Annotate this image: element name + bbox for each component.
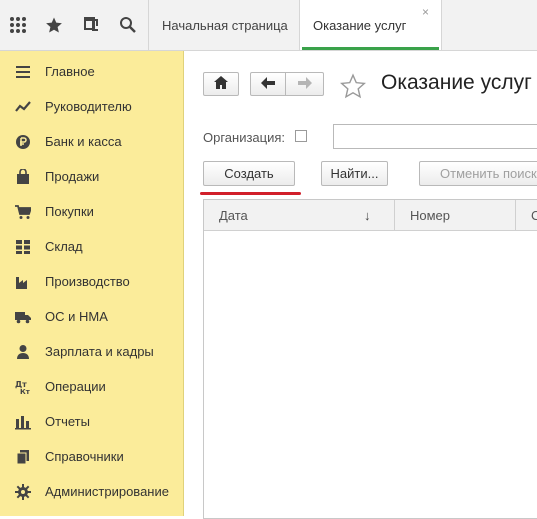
sidebar-item-main[interactable]: Главное [0,54,183,89]
back-button[interactable] [250,72,286,96]
sidebar-item-catalogs[interactable]: Справочники [0,439,183,474]
menu-lines-icon [15,64,31,80]
star-outline-icon[interactable] [339,73,367,102]
column-number[interactable]: Номер [395,200,515,230]
svg-text:Кт: Кт [20,388,31,395]
factory-icon [15,274,31,290]
tab-home[interactable]: Начальная страница [148,0,299,50]
highlight-underline [200,192,301,195]
shopping-cart-icon [15,204,31,220]
sidebar-item-label: Склад [45,239,83,254]
sidebar: Главное Руководителю Банк и касса Продаж… [0,51,184,516]
sidebar-item-label: Руководителю [45,99,132,114]
tab-label: Начальная страница [162,17,288,33]
sidebar-item-label: Зарплата и кадры [45,344,154,359]
home-icon [214,76,228,92]
shopping-bag-icon [15,168,31,185]
sidebar-item-label: Продажи [45,169,100,184]
cancel-search-button[interactable]: Отменить поиск [419,161,537,186]
history-icon[interactable] [74,0,110,50]
sort-arrow-icon: ↓ [364,207,371,223]
arrow-left-icon [261,76,275,92]
sidebar-item-sales[interactable]: Продажи [0,159,183,194]
sidebar-item-label: Отчеты [45,414,90,429]
bar-chart-icon [15,414,31,430]
debit-credit-icon: Дт Кт [15,379,31,395]
arrow-right-icon [297,76,312,92]
top-bar: Начальная страница Оказание услуг × [0,0,537,51]
person-icon [15,344,31,360]
organization-label: Организация: [203,130,286,145]
gear-icon [15,483,31,500]
sidebar-item-label: Администрирование [45,484,169,499]
ruble-coin-icon [15,134,31,150]
sidebar-item-label: Справочники [45,449,124,464]
forward-button[interactable] [285,72,324,96]
sidebar-item-production[interactable]: Производство [0,264,183,299]
find-button[interactable]: Найти... [321,161,388,186]
sidebar-item-purchases[interactable]: Покупки [0,194,183,229]
sidebar-item-label: Покупки [45,204,94,219]
tab-services[interactable]: Оказание услуг × [299,0,442,50]
sidebar-item-reports[interactable]: Отчеты [0,404,183,439]
search-icon[interactable] [110,0,146,50]
column-date[interactable]: Дата ↓ [204,200,394,230]
apps-grid-icon[interactable] [0,0,36,50]
main-content: Оказание услуг Организация: Создать Найт… [184,51,537,519]
create-button[interactable]: Создать [203,161,295,186]
sidebar-item-operations[interactable]: Дт Кт Операции [0,369,183,404]
page-title: Оказание услуг [381,71,532,94]
sidebar-item-label: Операции [45,379,106,394]
star-icon[interactable] [36,0,72,50]
column-label: С [531,207,537,223]
table-header: Дата ↓ Номер С [204,200,537,231]
documents-table[interactable]: Дата ↓ Номер С [203,199,537,519]
column-label: Номер [410,207,451,223]
home-button[interactable] [203,72,239,96]
sidebar-item-label: Производство [45,274,130,289]
sidebar-item-warehouse[interactable]: Склад [0,229,183,264]
sidebar-item-admin[interactable]: Администрирование [0,474,183,509]
close-icon[interactable]: × [422,6,429,18]
organization-checkbox[interactable] [295,130,307,142]
sidebar-item-fixed-assets[interactable]: ОС и НМА [0,299,183,334]
trend-chart-icon [15,99,31,115]
organization-field[interactable] [333,124,537,149]
truck-icon [15,309,31,325]
warehouse-grid-icon [15,239,31,255]
sidebar-item-manager[interactable]: Руководителю [0,89,183,124]
sidebar-item-bank[interactable]: Банк и касса [0,124,183,159]
column-label: Дата [219,207,248,223]
sidebar-item-salary[interactable]: Зарплата и кадры [0,334,183,369]
sidebar-item-label: Банк и касса [45,134,122,149]
books-icon [15,449,31,465]
column-c[interactable]: С [516,200,537,230]
active-tab-indicator [302,47,439,50]
sidebar-item-label: ОС и НМА [45,309,108,324]
sidebar-item-label: Главное [45,64,95,79]
tab-label: Оказание услуг [313,17,407,33]
